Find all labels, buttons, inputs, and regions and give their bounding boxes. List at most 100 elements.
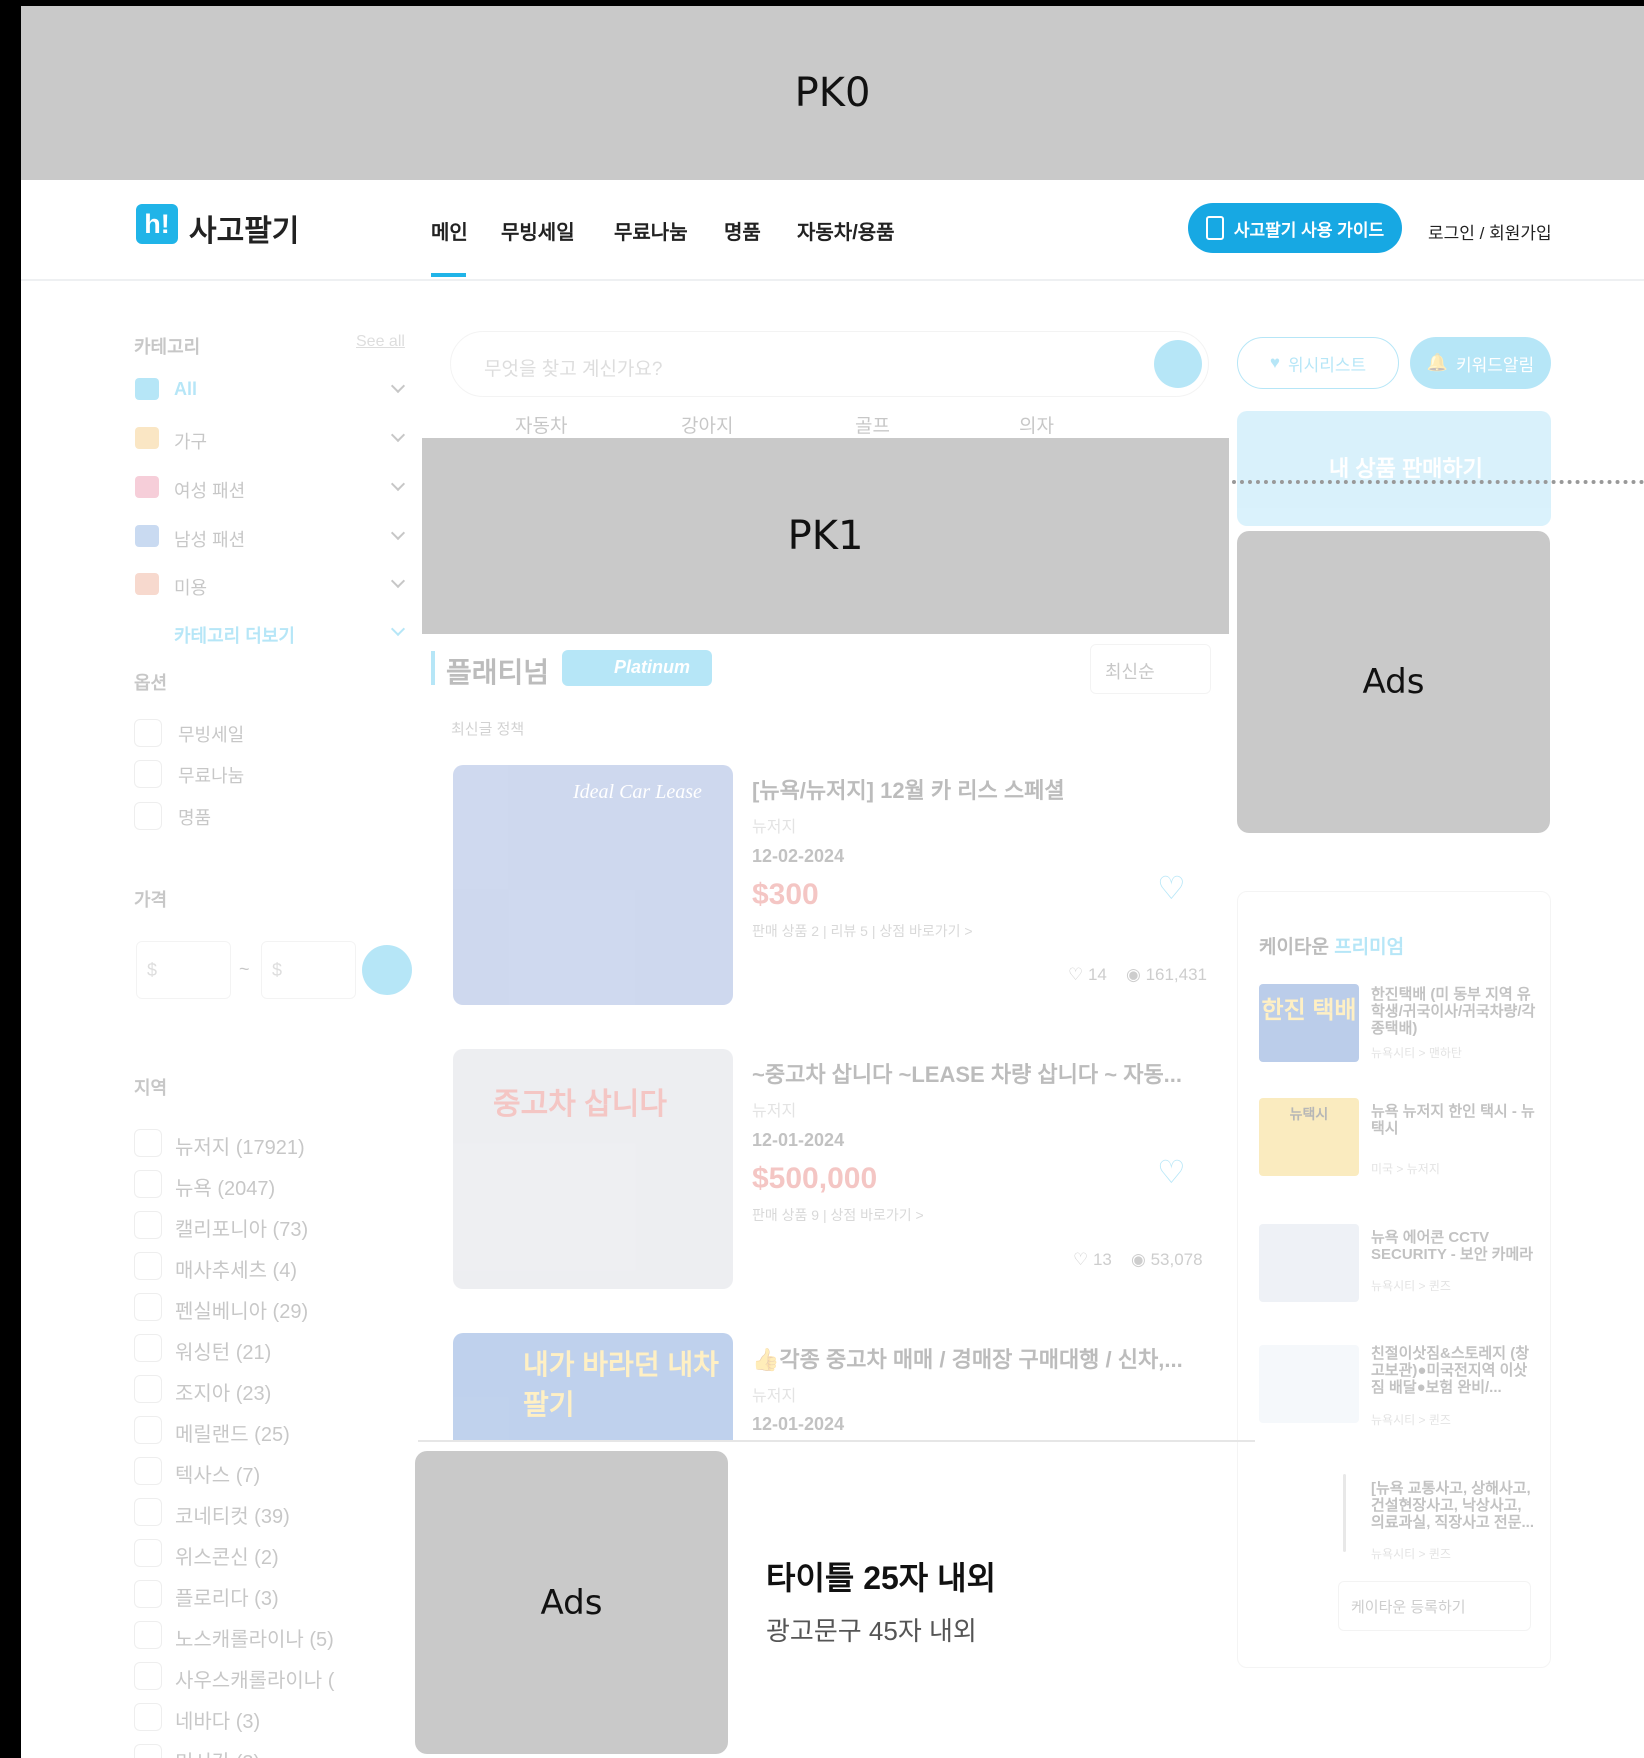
premium-item-title[interactable]: 뉴욕 에어콘 CCTV SECURITY - 보안 카메라	[1371, 1229, 1536, 1263]
listing-title[interactable]: 👍각종 중고차 매매 / 경매장 구매대행 / 신차,...	[752, 1342, 1183, 1374]
chip-golf[interactable]: 골프	[855, 411, 890, 438]
region-checkbox[interactable]	[134, 1662, 162, 1690]
region-checkbox[interactable]	[134, 1334, 162, 1362]
policy-link[interactable]: 최신글 정책	[451, 718, 524, 739]
bottom-ad-title[interactable]: 타이틀 25자 내외	[766, 1553, 996, 1599]
category-all[interactable]: All	[174, 379, 197, 400]
placeholder-pk1-label: PK1	[787, 513, 864, 559]
option-checkbox-luxury[interactable]	[134, 802, 162, 830]
heart-icon[interactable]: ♡	[1157, 1153, 1186, 1191]
nav-main[interactable]: 메인	[431, 216, 468, 245]
logo-badge[interactable]: h!	[136, 204, 178, 244]
chevron-down-icon[interactable]	[390, 378, 406, 394]
mens-fashion-icon	[135, 525, 159, 547]
premium-item-title[interactable]: [뉴욕 교통사고, 상해사고, 건설현장사고, 낙상사고, 의료과실, 직장사고…	[1371, 1480, 1536, 1531]
price-max-input[interactable]: $	[261, 941, 356, 999]
option-checkbox-free-share[interactable]	[134, 760, 162, 788]
region-checkbox[interactable]	[134, 1252, 162, 1280]
listing-image[interactable]: 중고차 삽니다	[453, 1049, 733, 1289]
premium-image[interactable]: 뉴택시	[1259, 1098, 1359, 1176]
region-checkbox[interactable]	[134, 1498, 162, 1526]
more-categories-link[interactable]: 카테고리 더보기	[174, 622, 295, 648]
region-checkbox[interactable]	[134, 1621, 162, 1649]
premium-register-button[interactable]: 케이타운 등록하기	[1338, 1581, 1531, 1631]
listing-meta[interactable]: 판매 상품 9 | 상점 바로가기 >	[752, 1205, 924, 1225]
region-checkbox[interactable]	[134, 1293, 162, 1321]
premium-item-location: 뉴욕시티 > 퀸즈	[1371, 1279, 1451, 1293]
beauty-icon	[135, 573, 159, 595]
premium-image[interactable]	[1343, 1474, 1346, 1552]
listing-location: 뉴저지	[752, 1388, 797, 1405]
chevron-down-icon[interactable]	[390, 476, 406, 492]
nav-free-share[interactable]: 무료나눔	[614, 216, 688, 245]
category-furniture[interactable]: 가구	[174, 428, 207, 454]
nav-luxury[interactable]: 명품	[724, 216, 761, 245]
category-beauty[interactable]: 미용	[174, 574, 207, 600]
price-separator: ~	[239, 959, 250, 979]
category-womens-fashion[interactable]: 여성 패션	[174, 477, 245, 503]
premium-item-title[interactable]: 뉴욕 뉴저지 한인 택시 - 뉴택시	[1371, 1103, 1536, 1137]
search-bar[interactable]: 무엇을 찾고 계신가요?	[450, 331, 1209, 397]
premium-title: 케이타운 프리미엄	[1259, 932, 1404, 959]
option-checkbox-moving-sale[interactable]	[134, 719, 162, 747]
listing-price: $500,000	[752, 1162, 878, 1195]
listing-title[interactable]: ~중고차 삽니다 ~LEASE 차량 삽니다 ~ 자동...	[752, 1057, 1182, 1089]
premium-item-title[interactable]: 한진택배 (미 동부 지역 유학생/귀국이사/귀국차량/각종택배)	[1371, 986, 1536, 1037]
region-checkbox[interactable]	[134, 1416, 162, 1444]
chip-chair[interactable]: 의자	[1019, 411, 1054, 438]
nav-moving-sale[interactable]: 무빙세일	[501, 216, 575, 245]
womens-fashion-icon	[135, 476, 159, 498]
heart-icon[interactable]: ♡	[1157, 869, 1186, 907]
side-ad[interactable]: Ads	[1237, 531, 1550, 833]
region-checkbox[interactable]	[134, 1375, 162, 1403]
region-label: 사우스캐롤라이나 (	[175, 1670, 335, 1692]
region-checkbox[interactable]	[134, 1539, 162, 1567]
region-label: 코네티컷 (39)	[175, 1506, 290, 1528]
region-checkbox[interactable]	[134, 1170, 162, 1198]
listing-meta[interactable]: 판매 상품 2 | 리뷰 5 | 상점 바로가기 >	[752, 921, 973, 941]
region-label: 위스콘신 (2)	[175, 1547, 279, 1569]
region-checkbox[interactable]	[134, 1580, 162, 1608]
see-all-link[interactable]: See all	[356, 333, 405, 351]
region-checkbox[interactable]	[134, 1211, 162, 1239]
bottom-ad-image[interactable]: Ads	[415, 1451, 728, 1754]
nav-cars[interactable]: 자동차/용품	[797, 216, 895, 245]
region-checkbox[interactable]	[134, 1744, 162, 1758]
premium-image[interactable]	[1259, 1345, 1359, 1423]
chevron-down-icon[interactable]	[390, 573, 406, 589]
login-signup-link[interactable]: 로그인 / 회원가입	[1428, 219, 1552, 244]
listing-image[interactable]: 내가 바라던 내차 팔기	[453, 1333, 733, 1440]
price-search-button[interactable]	[362, 945, 412, 995]
region-checkbox[interactable]	[134, 1129, 162, 1157]
section-title: 플래티넘	[446, 657, 550, 688]
sort-dropdown[interactable]: 최신순	[1090, 644, 1211, 694]
region-label: 뉴저지 (17921)	[175, 1137, 305, 1159]
keyword-alert-button[interactable]: 🔔 키워드알림	[1410, 337, 1551, 389]
listing-image[interactable]: Ideal Car Lease	[453, 765, 733, 1005]
guide-book-icon	[1205, 216, 1224, 240]
premium-image[interactable]	[1259, 1224, 1359, 1302]
chevron-down-icon[interactable]	[390, 427, 406, 443]
chevron-down-icon[interactable]	[390, 525, 406, 541]
region-label: 조지아 (23)	[175, 1383, 272, 1405]
search-icon[interactable]	[1154, 340, 1202, 388]
listing-views-count: 53,078	[1150, 1250, 1203, 1269]
region-checkbox[interactable]	[134, 1457, 162, 1485]
price-min-input[interactable]: $	[136, 941, 231, 999]
sell-item-button[interactable]: 내 상품 판매하기	[1237, 411, 1551, 526]
chip-dog[interactable]: 강아지	[681, 411, 733, 438]
premium-item-title[interactable]: 친절이삿짐&스토레지 (창고보관)●미국전지역 이삿짐 배달●보험 완비/...	[1371, 1345, 1536, 1396]
chip-car[interactable]: 자동차	[515, 411, 567, 438]
wishlist-button[interactable]: ♥ 위시리스트	[1237, 337, 1399, 389]
listing-title[interactable]: [뉴욕/뉴저지] 12월 카 리스 스페셜	[752, 773, 1065, 805]
region-checkbox[interactable]	[134, 1703, 162, 1731]
logo-text[interactable]: 사고팔기	[189, 206, 299, 250]
search-input[interactable]: 무엇을 찾고 계신가요?	[484, 354, 662, 381]
premium-image[interactable]: 한진 택배	[1259, 984, 1359, 1062]
category-mens-fashion[interactable]: 남성 패션	[174, 526, 245, 552]
region-title: 지역	[134, 1078, 168, 1098]
keyword-alert-label: 키워드알림	[1455, 355, 1535, 375]
guide-button[interactable]: 사고팔기 사용 가이드	[1188, 203, 1402, 253]
option-moving-sale: 무빙세일	[178, 725, 245, 745]
chevron-down-icon[interactable]	[390, 621, 406, 637]
